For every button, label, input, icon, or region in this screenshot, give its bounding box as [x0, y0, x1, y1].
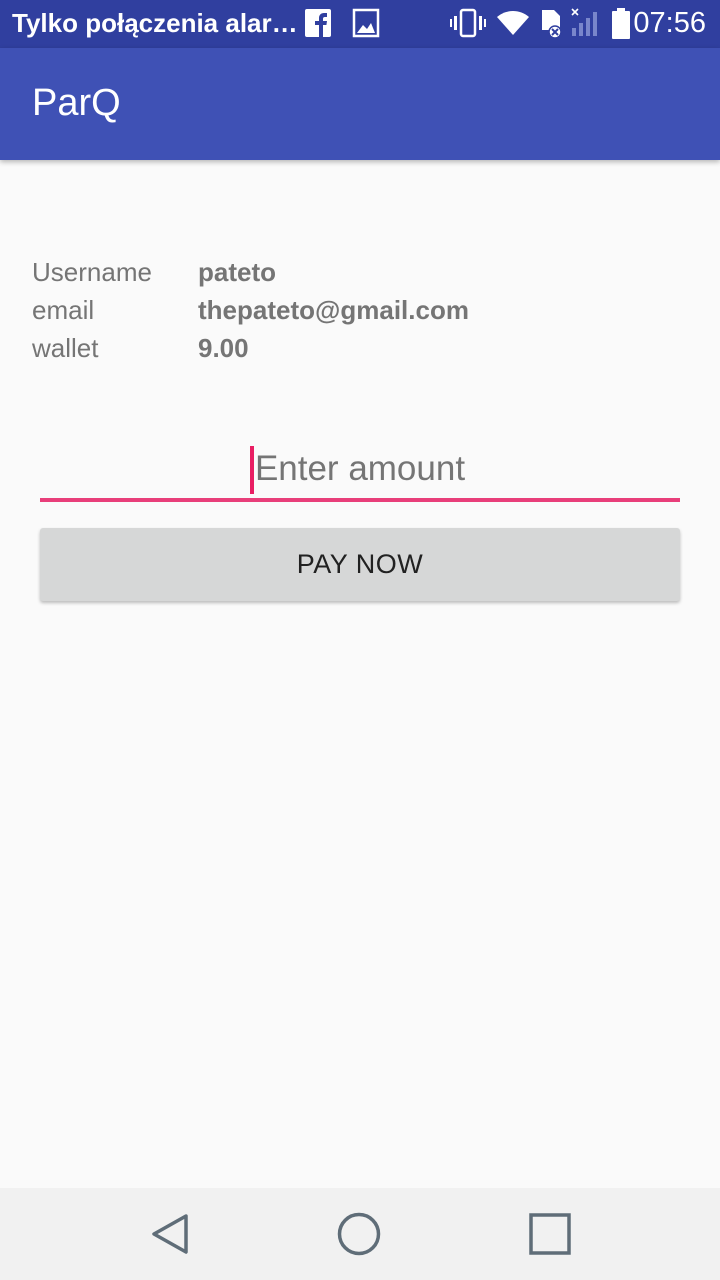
text-cursor	[250, 446, 254, 494]
vibrate-icon	[450, 8, 486, 38]
email-label: email	[32, 295, 95, 325]
wifi-icon	[497, 11, 529, 35]
email-value: thepateto@gmail.com	[198, 295, 469, 325]
sd-card-icon	[542, 10, 562, 39]
username-value: pateto	[198, 257, 276, 287]
home-icon[interactable]	[335, 1210, 383, 1258]
status-time: 07:56	[633, 7, 706, 39]
status-bar: Tylko połączenia alar… 07:56	[0, 0, 720, 48]
recents-icon[interactable]	[526, 1210, 574, 1258]
facebook-icon	[305, 9, 331, 37]
username-label: Username	[32, 257, 152, 287]
wallet-label: wallet	[32, 333, 99, 363]
status-notification-text: Tylko połączenia alar…	[12, 8, 298, 38]
amount-input[interactable]	[40, 440, 680, 498]
image-icon	[352, 8, 380, 38]
amount-field	[40, 440, 680, 502]
signal-icon	[571, 8, 597, 36]
back-icon[interactable]	[146, 1210, 194, 1258]
pay-now-button[interactable]: PAY NOW	[40, 528, 680, 601]
app-title: ParQ	[32, 82, 121, 124]
app-bar: ParQ	[0, 48, 720, 160]
battery-icon	[612, 8, 630, 39]
amount-input-underline	[40, 498, 680, 502]
wallet-value: 9.00	[198, 333, 249, 363]
navigation-bar	[0, 1188, 720, 1280]
